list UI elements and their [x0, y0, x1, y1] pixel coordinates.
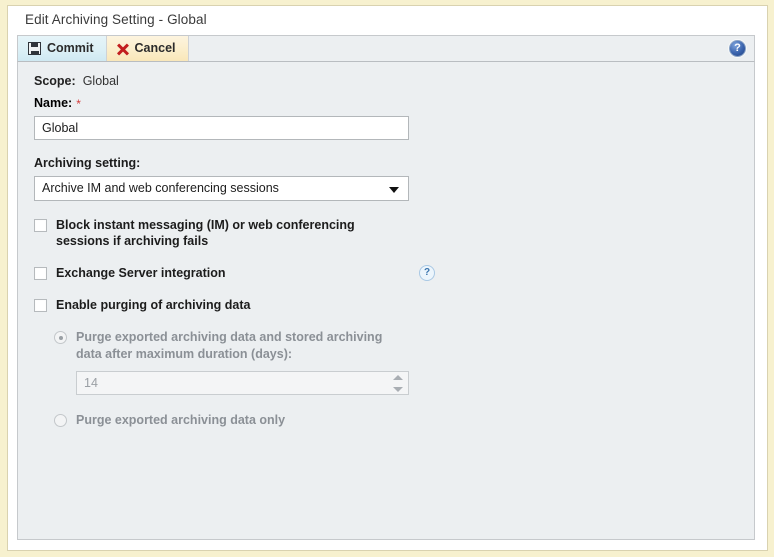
form-panel: Scope: Global Name: * Archiving setting:…: [17, 62, 755, 540]
name-input[interactable]: [34, 116, 409, 140]
required-marker: *: [76, 98, 81, 110]
window-outer-frame: Edit Archiving Setting - Global Commit C…: [0, 0, 774, 557]
enable-purging-checkbox[interactable]: [34, 299, 47, 312]
exchange-integration-label[interactable]: Exchange Server integration: [56, 265, 226, 281]
toolbar: Commit Cancel ?: [17, 35, 755, 62]
name-label: Name:: [34, 96, 72, 110]
page-title: Edit Archiving Setting - Global: [25, 12, 207, 27]
block-archiving-fails-label[interactable]: Block instant messaging (IM) or web conf…: [56, 217, 406, 249]
name-row: Name: *: [34, 96, 738, 110]
checkbox-row-exchange-integration[interactable]: Exchange Server integration ?: [34, 265, 738, 281]
checkbox-row-block-archiving-fails[interactable]: Block instant messaging (IM) or web conf…: [34, 217, 738, 249]
help-icon-exchange-integration[interactable]: ?: [419, 265, 435, 281]
cancel-button[interactable]: Cancel: [107, 36, 189, 61]
block-archiving-fails-checkbox[interactable]: [34, 219, 47, 232]
spinner-arrows: [393, 374, 404, 393]
spinner-up-icon: [393, 375, 403, 380]
purge-duration-radio: [54, 331, 67, 344]
purge-exported-only-label: Purge exported archiving data only: [76, 412, 285, 429]
scope-value: Global: [83, 74, 119, 88]
commit-button[interactable]: Commit: [18, 36, 107, 61]
scope-row: Scope: Global: [34, 74, 738, 88]
purge-options-group: Purge exported archiving data and stored…: [34, 329, 738, 429]
cancel-button-label: Cancel: [135, 42, 176, 55]
archiving-setting-dropdown[interactable]: Archive IM and web conferencing sessions: [34, 176, 409, 201]
purge-exported-only-radio: [54, 414, 67, 427]
chevron-down-icon: [389, 187, 399, 193]
close-x-icon: [117, 43, 129, 55]
checkbox-row-enable-purging[interactable]: Enable purging of archiving data: [34, 297, 738, 313]
enable-purging-label[interactable]: Enable purging of archiving data: [56, 297, 250, 313]
archiving-setting-label: Archiving setting:: [34, 156, 738, 170]
purge-duration-spinner: 14: [76, 371, 409, 395]
help-icon[interactable]: ?: [729, 40, 746, 57]
commit-button-label: Commit: [47, 42, 94, 55]
purge-duration-label: Purge exported archiving data and stored…: [76, 329, 406, 363]
scope-label: Scope:: [34, 74, 76, 88]
spinner-down-icon: [393, 387, 403, 392]
exchange-integration-checkbox[interactable]: [34, 267, 47, 280]
title-bar: Edit Archiving Setting - Global: [8, 6, 767, 35]
archiving-setting-value: Archive IM and web conferencing sessions: [42, 181, 279, 195]
purge-duration-value: 14: [84, 376, 98, 390]
radio-row-purge-duration: Purge exported archiving data and stored…: [54, 329, 738, 363]
application-window: Edit Archiving Setting - Global Commit C…: [7, 5, 768, 551]
radio-row-purge-exported-only: Purge exported archiving data only: [54, 412, 738, 429]
save-icon: [28, 42, 41, 55]
